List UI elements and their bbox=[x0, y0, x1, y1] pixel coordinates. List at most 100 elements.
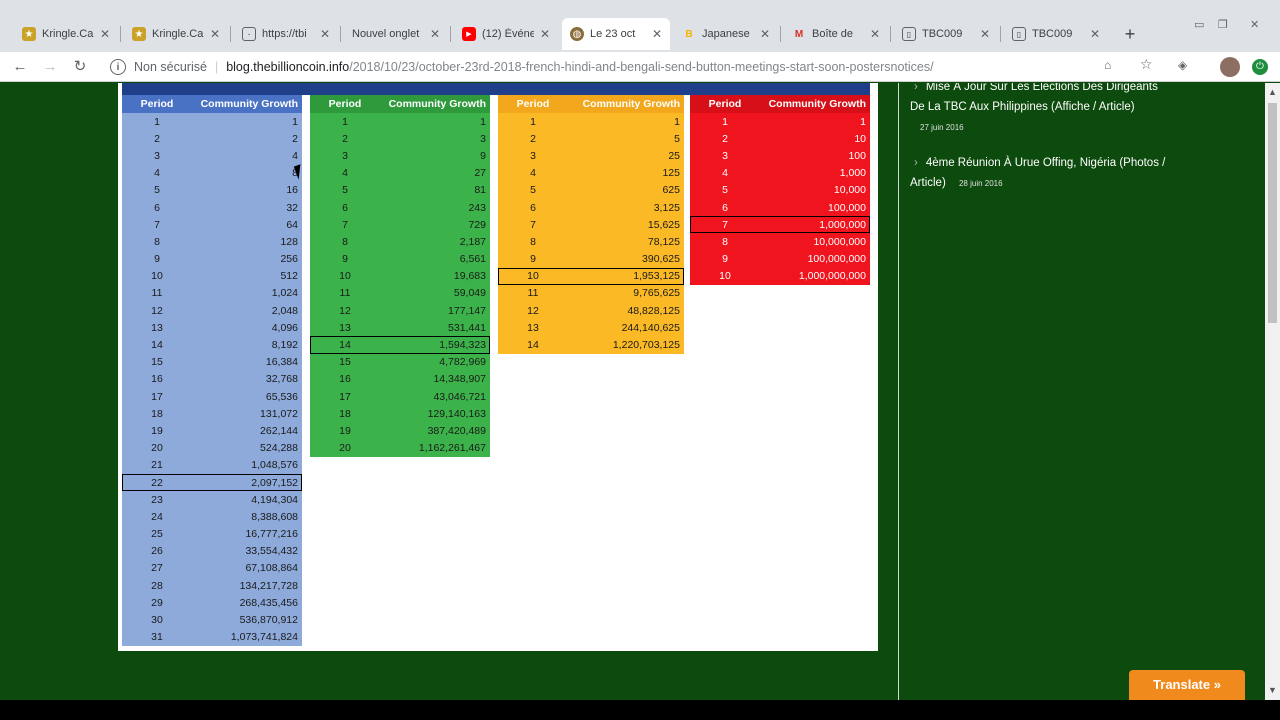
table-row: 14 1,220,703,125 bbox=[498, 336, 684, 353]
period-cell: 4 bbox=[154, 167, 160, 180]
tab-1[interactable]: ★ Kringle.Ca ✕ bbox=[124, 18, 228, 50]
table-row: 9 256 bbox=[122, 251, 302, 268]
period-cell: 12 bbox=[151, 304, 163, 317]
table-row: 8 128 bbox=[122, 233, 302, 250]
tab-9[interactable]: ▯ TBC009 ✕ bbox=[1004, 18, 1108, 50]
growth-cell: 59,049 bbox=[453, 287, 486, 300]
period-cell: 30 bbox=[151, 614, 163, 627]
close-icon[interactable]: ✕ bbox=[320, 27, 330, 41]
close-icon[interactable]: ✕ bbox=[430, 27, 440, 41]
tab-3[interactable]: Nouvel onglet ✕ bbox=[344, 18, 448, 50]
extension-shield-icon[interactable]: ◈ bbox=[1178, 58, 1187, 72]
translate-page-icon[interactable]: ⌂ bbox=[1104, 58, 1111, 72]
period-cell: 4 bbox=[342, 167, 348, 180]
table-row: 11 1,024 bbox=[122, 285, 302, 302]
extension-power-icon[interactable]: ⏻ bbox=[1252, 59, 1268, 75]
growth-cell: 9,765,625 bbox=[633, 287, 680, 300]
growth-cell: 2,048 bbox=[271, 304, 298, 317]
period-cell: 10 bbox=[719, 270, 731, 283]
growth-cell: 15,625 bbox=[647, 218, 680, 231]
back-arrow-icon[interactable]: ← bbox=[10, 57, 30, 77]
period-cell: 9 bbox=[342, 253, 348, 266]
period-cell: 12 bbox=[527, 304, 539, 317]
tab-0[interactable]: ★ Kringle.Ca ✕ bbox=[14, 18, 118, 50]
period-cell: 10 bbox=[339, 270, 351, 283]
close-icon[interactable]: ✕ bbox=[980, 27, 990, 41]
period-cell: 22 bbox=[151, 476, 163, 489]
growth-cell: 43,046,721 bbox=[433, 390, 486, 403]
close-icon[interactable]: ✕ bbox=[540, 27, 550, 41]
info-icon[interactable]: i bbox=[110, 59, 126, 75]
new-tab-plus-icon[interactable]: + bbox=[1120, 22, 1140, 46]
table-row: 29 268,435,456 bbox=[122, 594, 302, 611]
table-row: 5 625 bbox=[498, 182, 684, 199]
period-cell: 9 bbox=[154, 253, 160, 266]
table-row: 16 14,348,907 bbox=[310, 371, 490, 388]
restore-icon[interactable]: ❐ bbox=[1218, 18, 1228, 31]
period-cell: 3 bbox=[342, 149, 348, 162]
close-icon[interactable]: ✕ bbox=[760, 27, 770, 41]
close-icon[interactable]: ✕ bbox=[100, 27, 110, 41]
period-cell: 4 bbox=[722, 167, 728, 180]
growth-cell: 4,782,969 bbox=[439, 356, 486, 369]
period-cell: 3 bbox=[530, 149, 536, 162]
period-cell: 17 bbox=[151, 390, 163, 403]
table-row: 7 729 bbox=[310, 216, 490, 233]
period-cell: 15 bbox=[151, 356, 163, 369]
scrollbar-thumb[interactable] bbox=[1268, 103, 1277, 323]
growth-cell: 5 bbox=[674, 132, 680, 145]
growth-cell: 6,561 bbox=[459, 253, 486, 266]
period-cell: 31 bbox=[151, 631, 163, 644]
close-icon[interactable]: ✕ bbox=[870, 27, 880, 41]
period-header: Period bbox=[516, 98, 550, 110]
forward-arrow-icon[interactable]: → bbox=[40, 57, 60, 77]
tab-5[interactable]: ◍ Le 23 oct ✕ bbox=[562, 18, 670, 50]
growth-cell: 19,683 bbox=[453, 270, 486, 283]
table-row: 14 1,594,323 bbox=[310, 336, 490, 354]
scroll-down-icon[interactable]: ▼ bbox=[1268, 685, 1277, 695]
page-scrollbar[interactable]: ▲ ▼ bbox=[1265, 83, 1280, 700]
growth-cell: 177,147 bbox=[448, 304, 486, 317]
table-row: 20 1,162,261,467 bbox=[310, 440, 490, 457]
period-cell: 13 bbox=[527, 321, 539, 334]
post-title[interactable]: 4ème Réunion À Urue Offing, Nigéria (Pho… bbox=[910, 157, 1165, 189]
tab-6[interactable]: B Japanese ✕ bbox=[674, 18, 778, 50]
sidebar-post-link[interactable]: › 4ème Réunion À Urue Offing, Nigéria (Ph… bbox=[910, 153, 1170, 194]
period-cell: 7 bbox=[154, 218, 160, 231]
reload-icon[interactable]: ↻ bbox=[70, 57, 90, 77]
tab-separator bbox=[340, 26, 341, 42]
sidebar-post-link[interactable]: › Mise À Jour Sur Les Élections Des Dirig… bbox=[910, 83, 1170, 138]
page-content: Period Community Growth 1 1 2 2 3 4 4 8 5 16 6 32 7 6… bbox=[0, 83, 1265, 700]
tab-2[interactable]: · https://tbi ✕ bbox=[234, 18, 338, 50]
close-window-icon[interactable]: ✕ bbox=[1250, 18, 1259, 31]
close-icon[interactable]: ✕ bbox=[652, 27, 662, 41]
scroll-up-icon[interactable]: ▲ bbox=[1268, 87, 1277, 97]
growth-cell: 10,000 bbox=[833, 184, 866, 197]
tab-separator bbox=[120, 26, 121, 42]
close-icon[interactable]: ✕ bbox=[1090, 27, 1100, 41]
table-row: 15 4,782,969 bbox=[310, 354, 490, 371]
period-cell: 13 bbox=[339, 321, 351, 334]
table-row: 23 4,194,304 bbox=[122, 491, 302, 508]
profile-avatar[interactable] bbox=[1220, 57, 1240, 77]
period-cell: 9 bbox=[530, 253, 536, 266]
tab-7[interactable]: M Boîte de ✕ bbox=[784, 18, 888, 50]
growth-cell: 25 bbox=[668, 149, 680, 162]
table-row: 28 134,217,728 bbox=[122, 577, 302, 594]
table-row: 6 32 bbox=[122, 199, 302, 216]
table-row: 5 81 bbox=[310, 182, 490, 199]
table-row: 39 bbox=[310, 147, 490, 164]
period-cell: 1 bbox=[342, 115, 348, 128]
tab-4[interactable]: ▶ (12) Événe ✕ bbox=[454, 18, 558, 50]
growth-cell: 134,217,728 bbox=[239, 579, 298, 592]
growth-cell: 1 bbox=[292, 115, 298, 128]
translate-button[interactable]: Translate » bbox=[1129, 670, 1245, 700]
close-icon[interactable]: ✕ bbox=[210, 27, 220, 41]
tab-8[interactable]: ▯ TBC009 ✕ bbox=[894, 18, 998, 50]
table-row: 16 32,768 bbox=[122, 371, 302, 388]
bookmark-star-icon[interactable]: ☆ bbox=[1140, 56, 1153, 73]
tab-separator bbox=[780, 26, 781, 42]
post-title[interactable]: Mise À Jour Sur Les Élections Des Dirige… bbox=[910, 83, 1158, 113]
minimize-icon[interactable]: ▭ bbox=[1194, 18, 1204, 31]
address-bar[interactable]: i Non sécurisé | blog.thebillioncoin.inf… bbox=[104, 55, 1164, 79]
